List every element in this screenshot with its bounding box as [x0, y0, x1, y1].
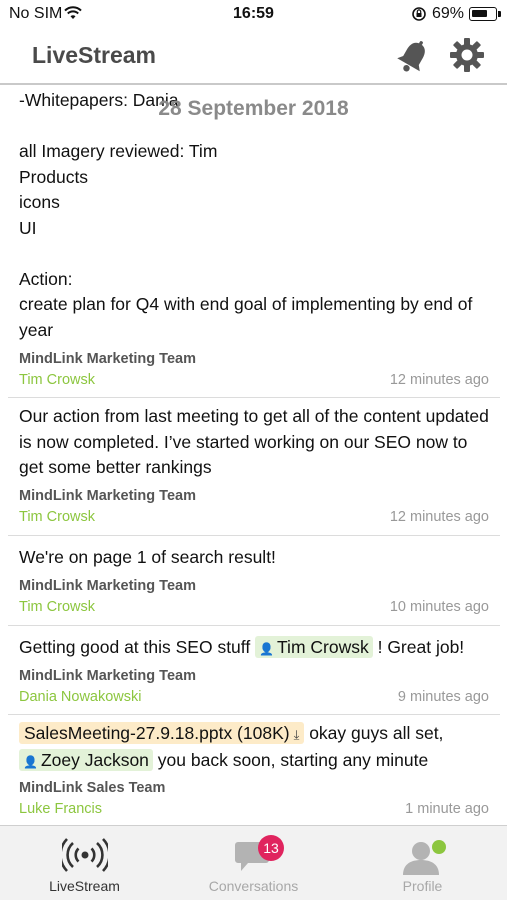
feed-message[interactable]: Getting good at this SEO stuff 👤 Tim Crow… — [0, 635, 507, 715]
battery-icon — [469, 7, 501, 21]
mention-name: Tim Crowsk — [277, 637, 369, 657]
message-team: MindLink Marketing Team — [19, 351, 196, 367]
message-time: 12 minutes ago — [389, 509, 489, 525]
message-team: MindLink Marketing Team — [19, 488, 196, 504]
message-time: 10 minutes ago — [389, 599, 489, 615]
message-body: We're on page 1 of search result! — [19, 547, 276, 567]
message-text: ! Great job! — [372, 637, 465, 657]
mention-chip[interactable]: 👤 Zoey Jackson — [19, 748, 153, 771]
settings-gear-icon[interactable] — [449, 37, 485, 73]
person-icon: 👤 — [23, 754, 38, 769]
livestream-feed[interactable]: 28 September 2018 -Whitepapers: Dania al… — [0, 87, 507, 825]
divider — [8, 535, 500, 536]
page-title: LiveStream — [32, 42, 157, 68]
message-sender[interactable]: Tim Crowsk — [19, 599, 95, 615]
tab-profile[interactable]: Profile — [338, 826, 507, 900]
divider — [8, 625, 500, 626]
mention-chip[interactable]: 👤 Tim Crowsk — [255, 636, 373, 658]
message-time: 12 minutes ago — [389, 372, 489, 388]
message-text: you back soon, starting any minute — [152, 749, 429, 770]
profile-icon — [401, 838, 447, 881]
tab-label: Conversations — [208, 878, 299, 894]
clock: 16:59 — [233, 5, 274, 22]
battery-percent: 69% — [432, 5, 465, 22]
app-header: LiveStream — [0, 30, 507, 85]
broadcast-icon — [59, 838, 111, 877]
feed-message[interactable]: We're on page 1 of search result! MindLi… — [0, 545, 507, 625]
download-icon[interactable]: ⤓ — [294, 727, 300, 742]
notifications-bell-icon[interactable] — [393, 37, 433, 77]
mention-name: Zoey Jackson — [40, 749, 149, 770]
message-sender[interactable]: Luke Francis — [19, 801, 102, 817]
file-name: SalesMeeting-27.9.18.pptx (108K) — [24, 723, 290, 743]
message-team: MindLink Marketing Team — [19, 578, 196, 594]
divider — [8, 714, 500, 715]
message-team: MindLink Sales Team — [19, 780, 166, 796]
message-body: SalesMeeting-27.9.18.pptx (108K) ⤓ okay g… — [19, 721, 491, 775]
message-text: okay guys all set, — [304, 723, 444, 743]
feed-message[interactable]: SalesMeeting-27.9.18.pptx (108K) ⤓ okay g… — [0, 721, 507, 825]
message-body: -Whitepapers: Dania all Imagery reviewed… — [19, 90, 473, 340]
person-icon: 👤 — [259, 642, 275, 656]
message-body: Getting good at this SEO stuff 👤 Tim Crow… — [19, 635, 491, 663]
tab-bar: LiveStream 13 Conversations Profile — [0, 825, 507, 900]
tab-conversations[interactable]: 13 Conversations — [169, 826, 338, 900]
date-separator: 28 September 2018 — [158, 97, 349, 120]
rotation-lock-icon — [411, 6, 427, 27]
message-sender[interactable]: Tim Crowsk — [19, 372, 95, 388]
unread-badge: 13 — [258, 835, 284, 861]
message-body: Our action from last meeting to get all … — [19, 406, 489, 477]
message-time: 1 minute ago — [405, 801, 489, 817]
file-attachment[interactable]: SalesMeeting-27.9.18.pptx (108K) ⤓ — [19, 722, 305, 744]
message-sender[interactable]: Dania Nowakowski — [19, 689, 142, 705]
message-sender[interactable]: Tim Crowsk — [19, 509, 95, 525]
message-team: MindLink Marketing Team — [19, 668, 196, 684]
tab-label: Profile — [402, 878, 443, 894]
status-bar: No SIM 16:59 69% — [0, 0, 507, 30]
feed-message[interactable]: -Whitepapers: Dania all Imagery reviewed… — [0, 88, 507, 394]
feed-message[interactable]: Our action from last meeting to get all … — [0, 404, 507, 534]
message-time: 9 minutes ago — [397, 689, 489, 705]
message-text: Getting good at this SEO stuff — [19, 637, 256, 657]
divider — [8, 397, 500, 398]
tab-label: LiveStream — [49, 878, 120, 894]
tab-livestream[interactable]: LiveStream — [0, 826, 169, 900]
